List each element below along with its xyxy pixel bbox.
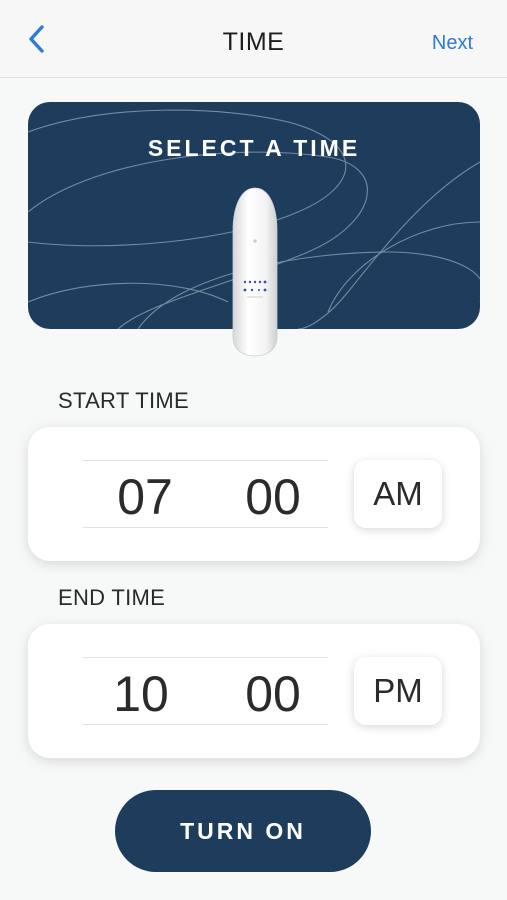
device-image <box>229 186 281 358</box>
picker-divider-bottom <box>83 724 328 725</box>
end-hour-wheel[interactable]: 10 <box>96 665 186 723</box>
picker-divider-bottom <box>83 527 328 528</box>
start-time-picker: 07 00 AM <box>28 427 480 561</box>
start-am-pm-toggle[interactable]: AM <box>354 460 442 528</box>
hero-title: SELECT A TIME <box>147 135 361 161</box>
end-time-label: END TIME <box>58 585 166 610</box>
picker-divider-top <box>83 657 328 658</box>
start-minute-wheel[interactable]: 00 <box>228 468 318 526</box>
end-minute-wheel[interactable]: 00 <box>228 665 318 723</box>
end-time-picker: 10 00 PM <box>28 624 480 758</box>
start-hour-wheel[interactable]: 07 <box>100 468 190 526</box>
end-am-pm-toggle[interactable]: PM <box>354 657 442 725</box>
picker-divider-top <box>83 460 328 461</box>
turn-on-button[interactable]: TURN ON <box>115 790 371 872</box>
start-time-label: START TIME <box>58 388 189 413</box>
next-button[interactable]: Next <box>432 32 473 55</box>
nav-bar: TIME Next <box>0 0 507 78</box>
